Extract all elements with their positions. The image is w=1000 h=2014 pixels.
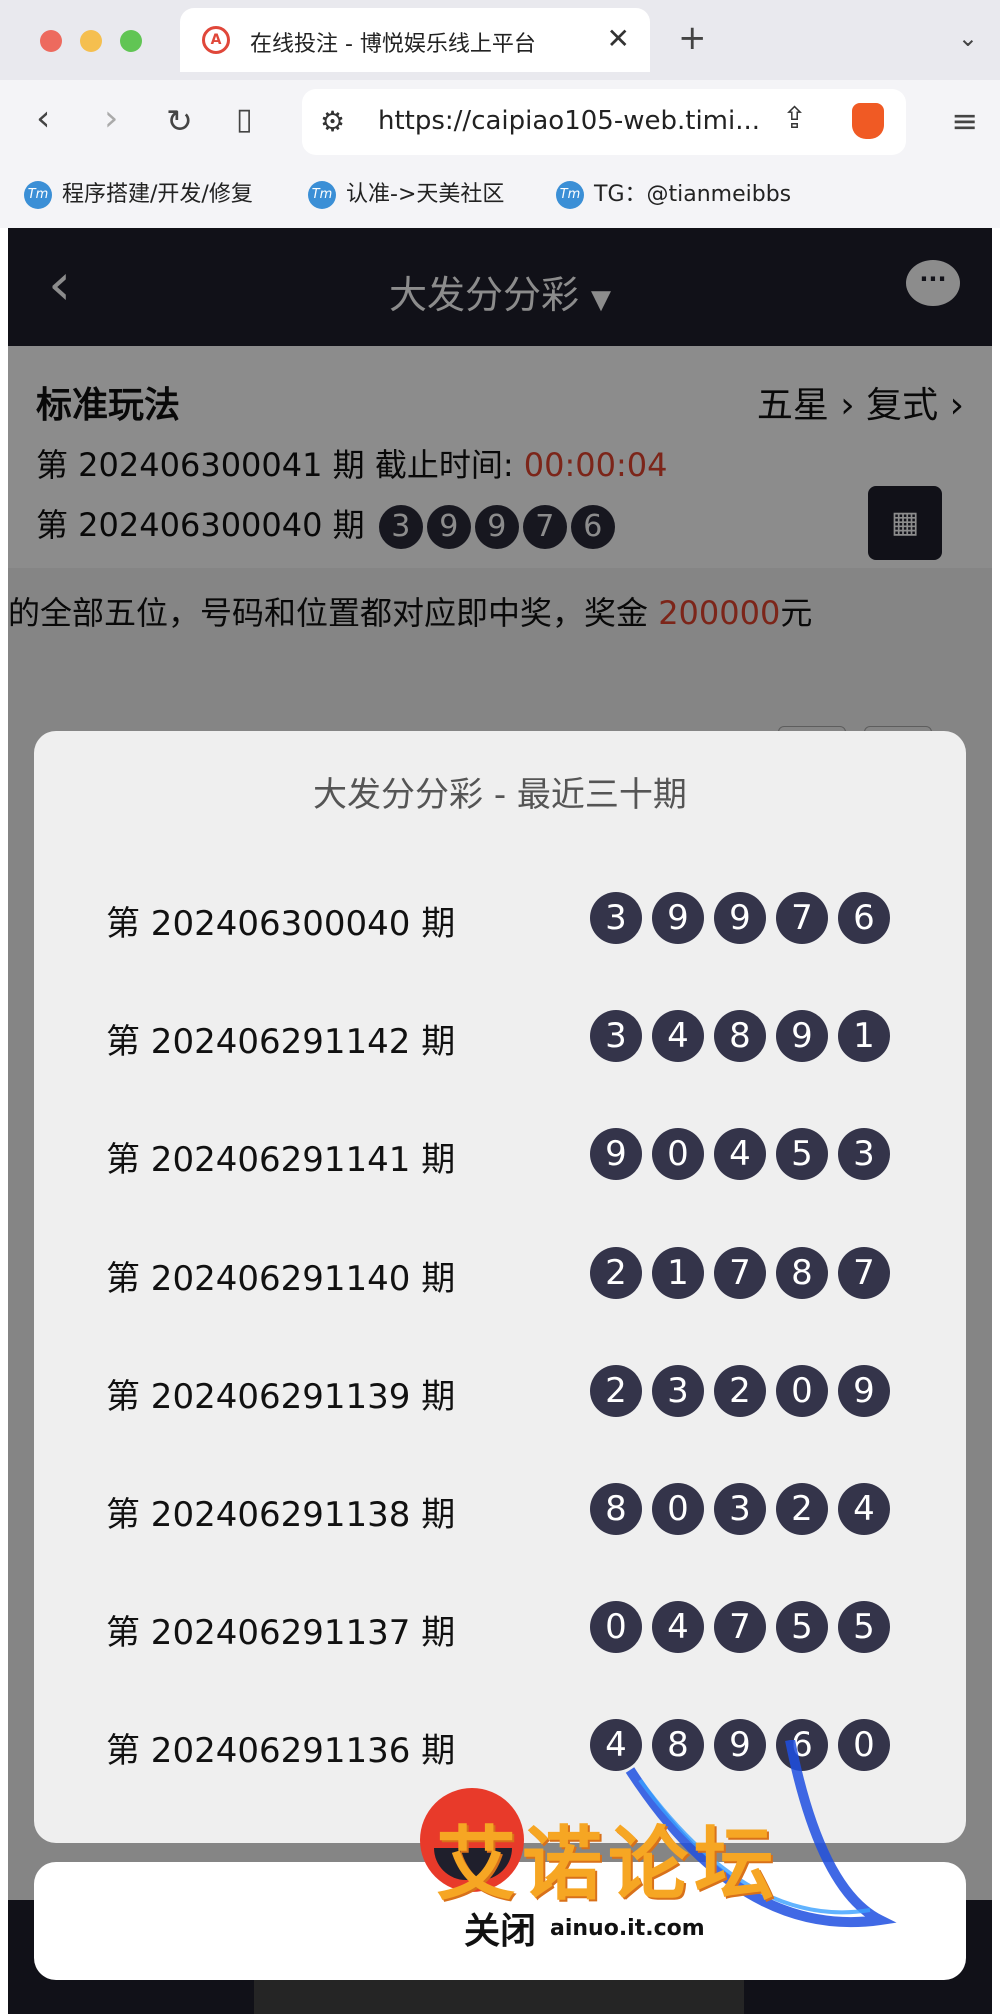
draw-row: 第 202406291141 期 90453 — [34, 1122, 966, 1192]
draw-ball: 8 — [714, 1010, 766, 1062]
draw-ball: 3 — [714, 1483, 766, 1535]
draw-row: 第 202406291139 期 23209 — [34, 1359, 966, 1429]
draw-ball: 8 — [776, 1247, 828, 1299]
close-window-button[interactable] — [40, 30, 62, 52]
draw-ball: 4 — [714, 1128, 766, 1180]
draw-ball: 1 — [838, 1010, 890, 1062]
tab-list-chevron-icon[interactable]: ⌄ — [958, 24, 978, 52]
forward-icon[interactable]: › — [104, 98, 118, 139]
draw-ball: 3 — [590, 1010, 642, 1062]
draw-issue: 第 202406291136 期 — [106, 1731, 456, 1771]
draw-issue: 第 202406291139 期 — [106, 1377, 456, 1417]
bookmark-item[interactable]: Tm 程序搭建/开发/修复 — [24, 176, 253, 209]
url-text[interactable]: https://caipiao105-web.timi... — [378, 106, 760, 136]
reload-icon[interactable]: ↻ — [166, 102, 193, 140]
draw-ball: 5 — [776, 1601, 828, 1653]
draw-row: 第 202406291142 期 34891 — [34, 1004, 966, 1074]
bookmarks-bar: Tm 程序搭建/开发/修复 Tm 认准->天美社区 Tm TG：@tianmeibbs — [0, 166, 1000, 228]
address-bar[interactable]: ⚙ https://caipiao105-web.timi... ⇪ — [302, 89, 906, 155]
watermark-url: ainuo.it.com — [550, 1916, 705, 1941]
share-icon[interactable]: ⇪ — [782, 101, 807, 136]
back-icon[interactable]: ‹ — [36, 98, 50, 139]
bookmark-item[interactable]: Tm TG：@tianmeibbs — [556, 176, 791, 209]
browser-tab-active[interactable]: A 在线投注 - 博悦娱乐线上平台 ✕ — [180, 8, 650, 72]
browser-toolbar: ‹ › ↻ ▯ ⚙ https://caipiao105-web.timi...… — [0, 80, 1000, 166]
draw-issue: 第 202406300040 期 — [106, 904, 456, 944]
draw-ball: 2 — [590, 1365, 642, 1417]
draw-ball: 2 — [714, 1365, 766, 1417]
maximize-window-button[interactable] — [120, 30, 142, 52]
bookmark-icon[interactable]: ▯ — [236, 102, 253, 137]
draw-ball: 6 — [838, 892, 890, 944]
draw-ball: 9 — [590, 1128, 642, 1180]
draw-ball: 2 — [776, 1483, 828, 1535]
draw-row: 第 202406291138 期 80324 — [34, 1477, 966, 1547]
draw-row: 第 202406291140 期 21787 — [34, 1241, 966, 1311]
recent-draws-modal: 大发分分彩 - 最近三十期 第 202406300040 期 39976 第 2… — [34, 731, 966, 1843]
draw-ball: 5 — [838, 1601, 890, 1653]
site-settings-icon[interactable]: ⚙ — [320, 105, 345, 138]
bookmark-favicon-icon: Tm — [24, 181, 52, 209]
draw-issue: 第 202406291138 期 — [106, 1495, 456, 1535]
draw-ball: 0 — [652, 1128, 704, 1180]
draw-ball: 0 — [652, 1483, 704, 1535]
modal-title: 大发分分彩 - 最近三十期 — [313, 775, 687, 815]
draw-ball: 8 — [590, 1483, 642, 1535]
draw-ball: 3 — [838, 1128, 890, 1180]
new-tab-button[interactable]: + — [678, 18, 707, 58]
draw-ball: 4 — [652, 1010, 704, 1062]
bookmark-item[interactable]: Tm 认准->天美社区 — [308, 176, 504, 209]
draw-ball: 4 — [652, 1601, 704, 1653]
draw-ball: 9 — [714, 892, 766, 944]
browser-tabstrip: A 在线投注 - 博悦娱乐线上平台 ✕ + ⌄ — [0, 0, 1000, 80]
tab-title: 在线投注 - 博悦娱乐线上平台 — [250, 32, 536, 57]
tab-close-icon[interactable]: ✕ — [607, 22, 630, 55]
watermark-text: 艾诺论坛 — [436, 1818, 780, 1911]
minimize-window-button[interactable] — [80, 30, 102, 52]
brave-shields-icon[interactable] — [852, 103, 884, 139]
draw-issue: 第 202406291140 期 — [106, 1259, 456, 1299]
draw-ball: 7 — [714, 1247, 766, 1299]
bookmark-favicon-icon: Tm — [308, 181, 336, 209]
draw-ball: 5 — [776, 1128, 828, 1180]
draw-ball: 7 — [838, 1247, 890, 1299]
draw-ball: 7 — [776, 892, 828, 944]
draw-issue: 第 202406291141 期 — [106, 1140, 456, 1180]
draw-issue: 第 202406291142 期 — [106, 1022, 456, 1062]
forum-watermark: 艾诺论坛 ainuo.it.com — [420, 1740, 900, 1950]
menu-icon[interactable]: ≡ — [951, 102, 978, 140]
draw-ball: 1 — [652, 1247, 704, 1299]
draw-row: 第 202406300040 期 39976 — [34, 886, 966, 956]
draw-ball: 2 — [590, 1247, 642, 1299]
draw-ball: 0 — [776, 1365, 828, 1417]
draw-ball: 7 — [714, 1601, 766, 1653]
draw-ball: 3 — [590, 892, 642, 944]
draw-ball: 9 — [838, 1365, 890, 1417]
site-favicon-icon: A — [202, 26, 230, 54]
bookmark-favicon-icon: Tm — [556, 181, 584, 209]
draw-ball: 3 — [652, 1365, 704, 1417]
draw-ball: 4 — [838, 1483, 890, 1535]
draw-ball: 0 — [590, 1601, 642, 1653]
draw-ball: 9 — [652, 892, 704, 944]
draw-ball: 9 — [776, 1010, 828, 1062]
draw-issue: 第 202406291137 期 — [106, 1613, 456, 1653]
draw-row: 第 202406291137 期 04755 — [34, 1595, 966, 1665]
